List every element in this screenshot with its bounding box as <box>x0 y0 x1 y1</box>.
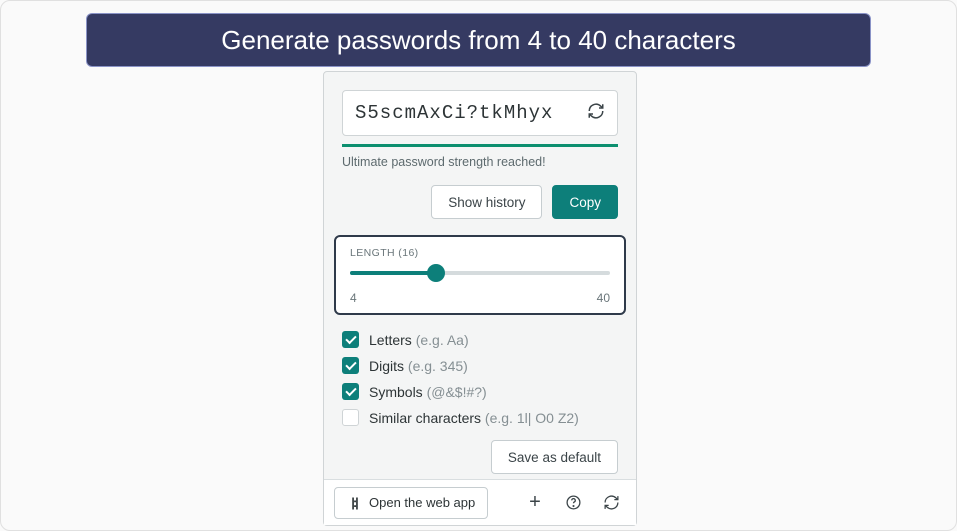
help-button[interactable] <box>558 488 588 518</box>
checkbox-symbols[interactable] <box>342 383 359 400</box>
slider-max: 40 <box>597 291 610 305</box>
action-buttons: Show history Copy <box>342 185 618 219</box>
length-label: LENGTH (16) <box>350 247 610 259</box>
options-list: Letters (e.g. Aa) Digits (e.g. 345) Symb… <box>342 331 618 426</box>
option-letters[interactable]: Letters (e.g. Aa) <box>342 331 618 348</box>
checkbox-letters[interactable] <box>342 331 359 348</box>
option-digits-label: Digits (e.g. 345) <box>369 358 468 374</box>
length-slider[interactable] <box>350 263 610 287</box>
option-symbols[interactable]: Symbols (@&$!#?) <box>342 383 618 400</box>
option-symbols-label: Symbols (@&$!#?) <box>369 384 487 400</box>
app-logo-icon: |:| <box>347 496 361 510</box>
option-letters-label: Letters (e.g. Aa) <box>369 332 469 348</box>
password-generator-panel: S5scmAxCi?tkMhyx Ultimate password stren… <box>323 71 637 526</box>
open-web-app-button[interactable]: |:| Open the web app <box>334 487 488 519</box>
plus-icon: + <box>529 491 541 514</box>
slider-range: 4 40 <box>350 291 610 305</box>
checkbox-similar[interactable] <box>342 409 359 426</box>
slider-min: 4 <box>350 291 357 305</box>
help-icon <box>565 494 582 511</box>
option-similar[interactable]: Similar characters (e.g. 1l| O0 Z2) <box>342 409 618 426</box>
checkbox-digits[interactable] <box>342 357 359 374</box>
length-section: LENGTH (16) 4 40 <box>334 235 626 315</box>
headline-banner: Generate passwords from 4 to 40 characte… <box>86 13 871 67</box>
strength-bar <box>342 144 618 147</box>
sync-button[interactable] <box>596 488 626 518</box>
footer-bar: |:| Open the web app + <box>324 479 636 525</box>
option-digits[interactable]: Digits (e.g. 345) <box>342 357 618 374</box>
strength-text: Ultimate password strength reached! <box>342 155 618 169</box>
sync-icon <box>603 494 620 511</box>
slider-fill <box>350 271 436 275</box>
save-default-button[interactable]: Save as default <box>491 440 618 474</box>
regenerate-icon[interactable] <box>587 102 605 125</box>
headline-text: Generate passwords from 4 to 40 characte… <box>221 25 735 56</box>
generated-password-box: S5scmAxCi?tkMhyx <box>342 90 618 136</box>
open-web-app-label: Open the web app <box>369 495 475 510</box>
slider-thumb[interactable] <box>427 264 445 282</box>
option-similar-label: Similar characters (e.g. 1l| O0 Z2) <box>369 410 579 426</box>
add-button[interactable]: + <box>520 488 550 518</box>
generated-password: S5scmAxCi?tkMhyx <box>355 102 553 124</box>
copy-button[interactable]: Copy <box>552 185 618 219</box>
save-default-row: Save as default <box>342 440 618 474</box>
show-history-button[interactable]: Show history <box>431 185 542 219</box>
